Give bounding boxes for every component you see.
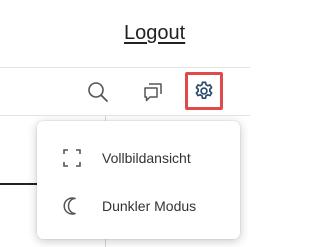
comments-button[interactable]	[139, 78, 167, 106]
search-button[interactable]	[84, 78, 112, 106]
comments-icon	[144, 83, 162, 102]
logout-link[interactable]: Logout	[124, 22, 185, 45]
menu-item-dark-mode[interactable]: Dunkler Modus	[37, 184, 240, 228]
settings-dropdown-menu: Vollbildansicht Dunkler Modus	[37, 121, 240, 239]
settings-icon	[195, 81, 213, 99]
fullscreen-icon	[61, 147, 83, 169]
menu-item-label: Dunkler Modus	[102, 198, 197, 214]
header-separator-top	[0, 67, 250, 68]
app-viewport: Logout Vollbildansicht Dunkler Modus	[0, 0, 250, 247]
moon-icon	[61, 195, 83, 217]
search-icon	[88, 82, 108, 102]
settings-button[interactable]	[185, 72, 223, 110]
menu-item-fullscreen[interactable]: Vollbildansicht	[37, 136, 240, 180]
header-separator-bottom	[0, 115, 250, 116]
menu-item-label: Vollbildansicht	[102, 150, 191, 166]
